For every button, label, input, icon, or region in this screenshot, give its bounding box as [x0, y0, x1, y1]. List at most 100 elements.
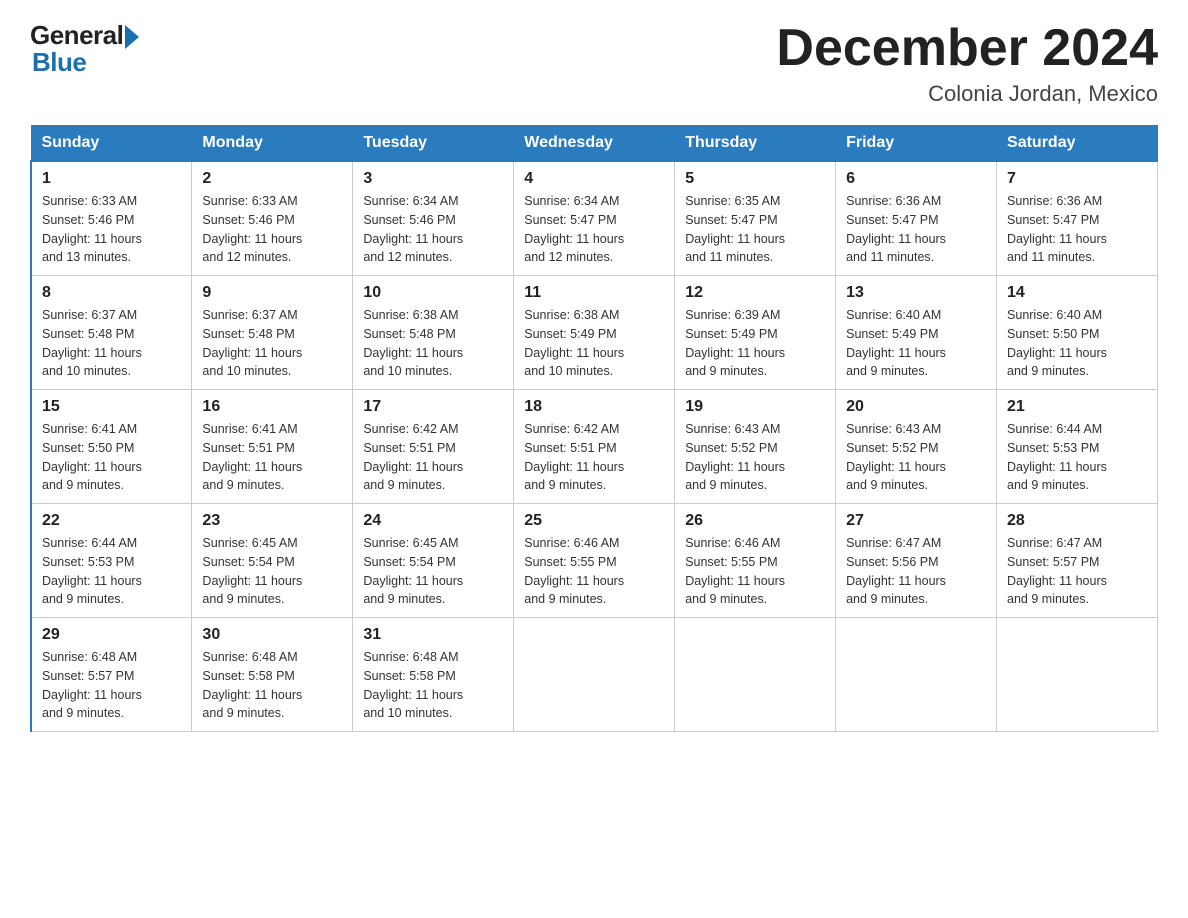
day-info: Sunrise: 6:48 AM Sunset: 5:57 PM Dayligh…	[42, 648, 181, 723]
day-number: 12	[685, 284, 825, 302]
day-number: 20	[846, 398, 986, 416]
day-number: 14	[1007, 284, 1147, 302]
calendar-table: Sunday Monday Tuesday Wednesday Thursday…	[30, 125, 1158, 732]
month-title: December 2024	[776, 20, 1158, 77]
day-number: 26	[685, 512, 825, 530]
table-row: 26 Sunrise: 6:46 AM Sunset: 5:55 PM Dayl…	[675, 504, 836, 618]
location-subtitle: Colonia Jordan, Mexico	[776, 81, 1158, 107]
day-info: Sunrise: 6:44 AM Sunset: 5:53 PM Dayligh…	[42, 534, 181, 609]
table-row: 23 Sunrise: 6:45 AM Sunset: 5:54 PM Dayl…	[192, 504, 353, 618]
table-row: 25 Sunrise: 6:46 AM Sunset: 5:55 PM Dayl…	[514, 504, 675, 618]
day-number: 5	[685, 170, 825, 188]
table-row: 29 Sunrise: 6:48 AM Sunset: 5:57 PM Dayl…	[31, 618, 192, 732]
day-info: Sunrise: 6:37 AM Sunset: 5:48 PM Dayligh…	[42, 306, 181, 381]
table-row: 8 Sunrise: 6:37 AM Sunset: 5:48 PM Dayli…	[31, 276, 192, 390]
day-info: Sunrise: 6:40 AM Sunset: 5:49 PM Dayligh…	[846, 306, 986, 381]
day-number: 4	[524, 170, 664, 188]
day-number: 13	[846, 284, 986, 302]
table-row: 2 Sunrise: 6:33 AM Sunset: 5:46 PM Dayli…	[192, 161, 353, 276]
calendar-week-5: 29 Sunrise: 6:48 AM Sunset: 5:57 PM Dayl…	[31, 618, 1158, 732]
table-row: 18 Sunrise: 6:42 AM Sunset: 5:51 PM Dayl…	[514, 390, 675, 504]
day-info: Sunrise: 6:48 AM Sunset: 5:58 PM Dayligh…	[202, 648, 342, 723]
day-number: 6	[846, 170, 986, 188]
day-info: Sunrise: 6:33 AM Sunset: 5:46 PM Dayligh…	[202, 192, 342, 267]
day-number: 7	[1007, 170, 1147, 188]
day-info: Sunrise: 6:42 AM Sunset: 5:51 PM Dayligh…	[363, 420, 503, 495]
day-number: 2	[202, 170, 342, 188]
day-number: 23	[202, 512, 342, 530]
day-number: 10	[363, 284, 503, 302]
table-row: 21 Sunrise: 6:44 AM Sunset: 5:53 PM Dayl…	[997, 390, 1158, 504]
day-info: Sunrise: 6:48 AM Sunset: 5:58 PM Dayligh…	[363, 648, 503, 723]
day-number: 25	[524, 512, 664, 530]
table-row: 15 Sunrise: 6:41 AM Sunset: 5:50 PM Dayl…	[31, 390, 192, 504]
day-info: Sunrise: 6:36 AM Sunset: 5:47 PM Dayligh…	[846, 192, 986, 267]
day-number: 29	[42, 626, 181, 644]
table-row	[836, 618, 997, 732]
day-info: Sunrise: 6:35 AM Sunset: 5:47 PM Dayligh…	[685, 192, 825, 267]
day-info: Sunrise: 6:40 AM Sunset: 5:50 PM Dayligh…	[1007, 306, 1147, 381]
table-row	[675, 618, 836, 732]
calendar-week-3: 15 Sunrise: 6:41 AM Sunset: 5:50 PM Dayl…	[31, 390, 1158, 504]
table-row: 11 Sunrise: 6:38 AM Sunset: 5:49 PM Dayl…	[514, 276, 675, 390]
day-info: Sunrise: 6:47 AM Sunset: 5:57 PM Dayligh…	[1007, 534, 1147, 609]
table-row: 7 Sunrise: 6:36 AM Sunset: 5:47 PM Dayli…	[997, 161, 1158, 276]
col-thursday: Thursday	[675, 126, 836, 162]
logo-blue-text: Blue	[30, 47, 86, 78]
day-info: Sunrise: 6:44 AM Sunset: 5:53 PM Dayligh…	[1007, 420, 1147, 495]
day-number: 1	[42, 170, 181, 188]
day-info: Sunrise: 6:46 AM Sunset: 5:55 PM Dayligh…	[524, 534, 664, 609]
calendar-week-2: 8 Sunrise: 6:37 AM Sunset: 5:48 PM Dayli…	[31, 276, 1158, 390]
day-number: 9	[202, 284, 342, 302]
table-row: 31 Sunrise: 6:48 AM Sunset: 5:58 PM Dayl…	[353, 618, 514, 732]
day-number: 27	[846, 512, 986, 530]
table-row: 30 Sunrise: 6:48 AM Sunset: 5:58 PM Dayl…	[192, 618, 353, 732]
day-number: 30	[202, 626, 342, 644]
day-info: Sunrise: 6:39 AM Sunset: 5:49 PM Dayligh…	[685, 306, 825, 381]
calendar-week-1: 1 Sunrise: 6:33 AM Sunset: 5:46 PM Dayli…	[31, 161, 1158, 276]
page-header: General Blue December 2024 Colonia Jorda…	[30, 20, 1158, 107]
day-info: Sunrise: 6:43 AM Sunset: 5:52 PM Dayligh…	[846, 420, 986, 495]
day-number: 17	[363, 398, 503, 416]
day-info: Sunrise: 6:46 AM Sunset: 5:55 PM Dayligh…	[685, 534, 825, 609]
day-number: 31	[363, 626, 503, 644]
table-row: 20 Sunrise: 6:43 AM Sunset: 5:52 PM Dayl…	[836, 390, 997, 504]
day-number: 3	[363, 170, 503, 188]
day-number: 15	[42, 398, 181, 416]
table-row: 16 Sunrise: 6:41 AM Sunset: 5:51 PM Dayl…	[192, 390, 353, 504]
table-row: 28 Sunrise: 6:47 AM Sunset: 5:57 PM Dayl…	[997, 504, 1158, 618]
col-tuesday: Tuesday	[353, 126, 514, 162]
day-number: 19	[685, 398, 825, 416]
day-info: Sunrise: 6:41 AM Sunset: 5:50 PM Dayligh…	[42, 420, 181, 495]
day-number: 28	[1007, 512, 1147, 530]
day-info: Sunrise: 6:38 AM Sunset: 5:49 PM Dayligh…	[524, 306, 664, 381]
table-row: 14 Sunrise: 6:40 AM Sunset: 5:50 PM Dayl…	[997, 276, 1158, 390]
header-row: Sunday Monday Tuesday Wednesday Thursday…	[31, 126, 1158, 162]
day-number: 16	[202, 398, 342, 416]
table-row: 9 Sunrise: 6:37 AM Sunset: 5:48 PM Dayli…	[192, 276, 353, 390]
day-info: Sunrise: 6:34 AM Sunset: 5:46 PM Dayligh…	[363, 192, 503, 267]
day-info: Sunrise: 6:45 AM Sunset: 5:54 PM Dayligh…	[363, 534, 503, 609]
table-row: 27 Sunrise: 6:47 AM Sunset: 5:56 PM Dayl…	[836, 504, 997, 618]
day-info: Sunrise: 6:34 AM Sunset: 5:47 PM Dayligh…	[524, 192, 664, 267]
day-info: Sunrise: 6:41 AM Sunset: 5:51 PM Dayligh…	[202, 420, 342, 495]
col-friday: Friday	[836, 126, 997, 162]
col-saturday: Saturday	[997, 126, 1158, 162]
day-number: 11	[524, 284, 664, 302]
table-row: 10 Sunrise: 6:38 AM Sunset: 5:48 PM Dayl…	[353, 276, 514, 390]
day-info: Sunrise: 6:42 AM Sunset: 5:51 PM Dayligh…	[524, 420, 664, 495]
day-number: 22	[42, 512, 181, 530]
calendar-week-4: 22 Sunrise: 6:44 AM Sunset: 5:53 PM Dayl…	[31, 504, 1158, 618]
day-info: Sunrise: 6:33 AM Sunset: 5:46 PM Dayligh…	[42, 192, 181, 267]
table-row	[514, 618, 675, 732]
day-number: 24	[363, 512, 503, 530]
col-monday: Monday	[192, 126, 353, 162]
table-row: 1 Sunrise: 6:33 AM Sunset: 5:46 PM Dayli…	[31, 161, 192, 276]
title-section: December 2024 Colonia Jordan, Mexico	[776, 20, 1158, 107]
day-info: Sunrise: 6:45 AM Sunset: 5:54 PM Dayligh…	[202, 534, 342, 609]
day-info: Sunrise: 6:38 AM Sunset: 5:48 PM Dayligh…	[363, 306, 503, 381]
day-info: Sunrise: 6:43 AM Sunset: 5:52 PM Dayligh…	[685, 420, 825, 495]
day-number: 21	[1007, 398, 1147, 416]
table-row: 4 Sunrise: 6:34 AM Sunset: 5:47 PM Dayli…	[514, 161, 675, 276]
table-row: 3 Sunrise: 6:34 AM Sunset: 5:46 PM Dayli…	[353, 161, 514, 276]
